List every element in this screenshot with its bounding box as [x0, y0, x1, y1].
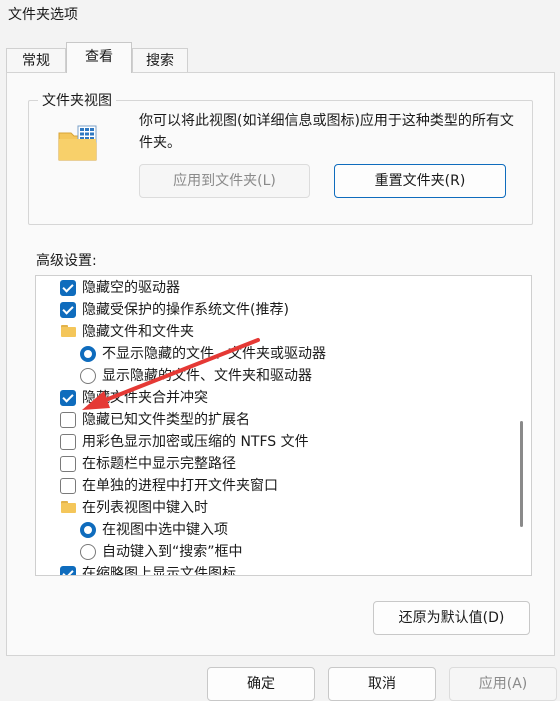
- advanced-settings-label: 高级设置:: [36, 253, 97, 269]
- advanced-setting-label: 在视图中选中键入项: [102, 522, 228, 538]
- advanced-setting-label: 隐藏空的驱动器: [82, 280, 180, 296]
- advanced-setting-row[interactable]: 隐藏受保护的操作系统文件(推荐): [36, 299, 506, 321]
- folder-icon: [60, 324, 76, 340]
- advanced-setting-row[interactable]: 在缩略图上显示文件图标: [36, 563, 506, 576]
- advanced-setting-row[interactable]: 自动键入到“搜索”框中: [36, 541, 506, 563]
- tab-general[interactable]: 常规: [6, 48, 66, 73]
- advanced-setting-row[interactable]: 显示隐藏的文件、文件夹和驱动器: [36, 365, 506, 387]
- advanced-setting-row[interactable]: 在视图中选中键入项: [36, 519, 506, 541]
- advanced-setting-row: 隐藏文件和文件夹: [36, 321, 506, 343]
- advanced-setting-row[interactable]: 隐藏文件夹合并冲突: [36, 387, 506, 409]
- advanced-setting-label: 不显示隐藏的文件、文件夹或驱动器: [102, 346, 326, 362]
- advanced-setting-label: 用彩色显示加密或压缩的 NTFS 文件: [82, 434, 309, 450]
- radio-selected[interactable]: [80, 522, 96, 538]
- advanced-setting-row[interactable]: 不显示隐藏的文件、文件夹或驱动器: [36, 343, 506, 365]
- radio-unselected[interactable]: [80, 544, 96, 560]
- advanced-setting-label: 在标题栏中显示完整路径: [82, 456, 236, 472]
- advanced-setting-label: 隐藏受保护的操作系统文件(推荐): [82, 302, 289, 318]
- checkbox-unchecked[interactable]: [60, 456, 76, 472]
- checkbox-checked[interactable]: [60, 302, 76, 318]
- window-title: 文件夹选项: [8, 7, 78, 23]
- tab-bar: 常规 查看 搜索: [0, 42, 560, 73]
- ok-button[interactable]: 确定: [207, 667, 315, 701]
- apply-button[interactable]: 应用(A): [449, 667, 557, 701]
- advanced-settings-list[interactable]: 隐藏空的驱动器隐藏受保护的操作系统文件(推荐) 隐藏文件和文件夹不显示隐藏的文件、…: [35, 275, 532, 576]
- advanced-setting-row[interactable]: 隐藏空的驱动器: [36, 277, 506, 299]
- restore-defaults-button[interactable]: 还原为默认值(D): [373, 601, 530, 635]
- advanced-setting-label: 自动键入到“搜索”框中: [102, 544, 243, 560]
- reset-folders-button[interactable]: 重置文件夹(R): [334, 164, 506, 198]
- checkbox-checked[interactable]: [60, 280, 76, 296]
- advanced-setting-label: 在缩略图上显示文件图标: [82, 566, 236, 576]
- advanced-setting-label: 在列表视图中键入时: [82, 500, 208, 516]
- advanced-setting-row[interactable]: 在标题栏中显示完整路径: [36, 453, 506, 475]
- tab-view[interactable]: 查看: [66, 42, 132, 73]
- checkbox-unchecked[interactable]: [60, 434, 76, 450]
- radio-unselected[interactable]: [80, 368, 96, 384]
- advanced-setting-label: 隐藏文件和文件夹: [82, 324, 194, 340]
- checkbox-unchecked[interactable]: [60, 478, 76, 494]
- advanced-setting-row: 在列表视图中键入时: [36, 497, 506, 519]
- apply-to-folders-button[interactable]: 应用到文件夹(L): [139, 164, 310, 198]
- advanced-setting-label: 在单独的进程中打开文件夹窗口: [82, 478, 278, 494]
- checkbox-checked[interactable]: [60, 566, 76, 575]
- folder-icon: [60, 500, 76, 516]
- advanced-setting-label: 隐藏文件夹合并冲突: [82, 390, 208, 406]
- advanced-setting-label: 隐藏已知文件类型的扩展名: [82, 412, 250, 428]
- checkbox-checked[interactable]: [60, 390, 76, 406]
- folder-views-description: 你可以将此视图(如详细信息或图标)应用于这种类型的所有文件夹。: [139, 113, 514, 151]
- checkbox-unchecked[interactable]: [60, 412, 76, 428]
- advanced-setting-row[interactable]: 用彩色显示加密或压缩的 NTFS 文件: [36, 431, 506, 453]
- tab-search[interactable]: 搜索: [132, 48, 188, 73]
- advanced-setting-row[interactable]: 隐藏已知文件类型的扩展名: [36, 409, 506, 431]
- advanced-setting-label: 显示隐藏的文件、文件夹和驱动器: [102, 368, 312, 384]
- folder-view-icon: [58, 125, 97, 161]
- advanced-setting-row[interactable]: 在单独的进程中打开文件夹窗口: [36, 475, 506, 497]
- radio-selected[interactable]: [80, 346, 96, 362]
- folder-views-legend: 文件夹视图: [38, 90, 116, 110]
- scrollbar-thumb[interactable]: [520, 421, 523, 527]
- cancel-button[interactable]: 取消: [328, 667, 436, 701]
